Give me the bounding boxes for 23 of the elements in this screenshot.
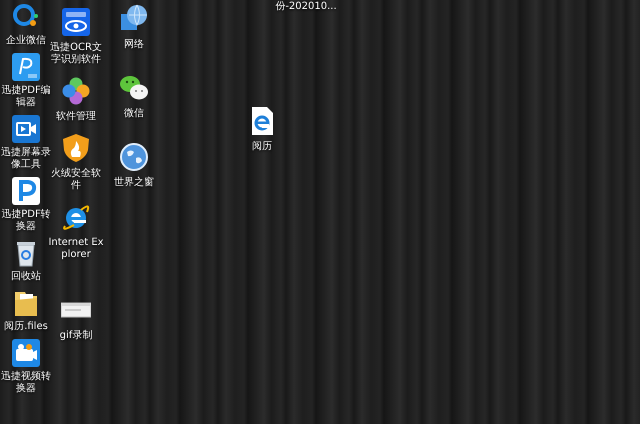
shortcut-label[interactable]: 微信 [105,108,163,120]
shortcut-label[interactable]: 阅历 [233,141,291,153]
pdf-icon[interactable] [11,52,41,82]
shortcut-label[interactable]: gif录制 [47,330,105,342]
shortcut-label[interactable]: 迅捷PDF转换器 [0,209,52,233]
clover-icon[interactable] [61,76,91,106]
shortcut-label[interactable]: 阅历.files [0,321,52,333]
earth-globe-icon[interactable] [119,142,149,172]
shortcut-label[interactable]: 火绒安全软件 [47,168,105,192]
shortcut-label[interactable]: 份-202010... [272,1,340,13]
shortcut-label[interactable]: 迅捷视频转换器 [0,371,52,395]
video-camera-icon[interactable] [11,114,41,144]
shortcut-label[interactable]: Internet Explorer [47,237,105,261]
shortcut-label[interactable]: 迅捷屏幕录像工具 [0,147,52,171]
shortcut-label[interactable]: 软件管理 [47,111,105,123]
shield-icon[interactable] [61,133,91,163]
shortcut-label[interactable]: 回收站 [0,271,52,283]
eye-icon[interactable] [61,7,91,37]
shortcut-label[interactable]: 迅捷PDF编辑器 [0,85,52,109]
camera-icon[interactable] [11,338,41,368]
p-letter-icon[interactable] [11,176,41,206]
shortcut-label[interactable]: 网络 [105,39,163,51]
shortcut-label[interactable]: 世界之窗 [105,177,163,189]
